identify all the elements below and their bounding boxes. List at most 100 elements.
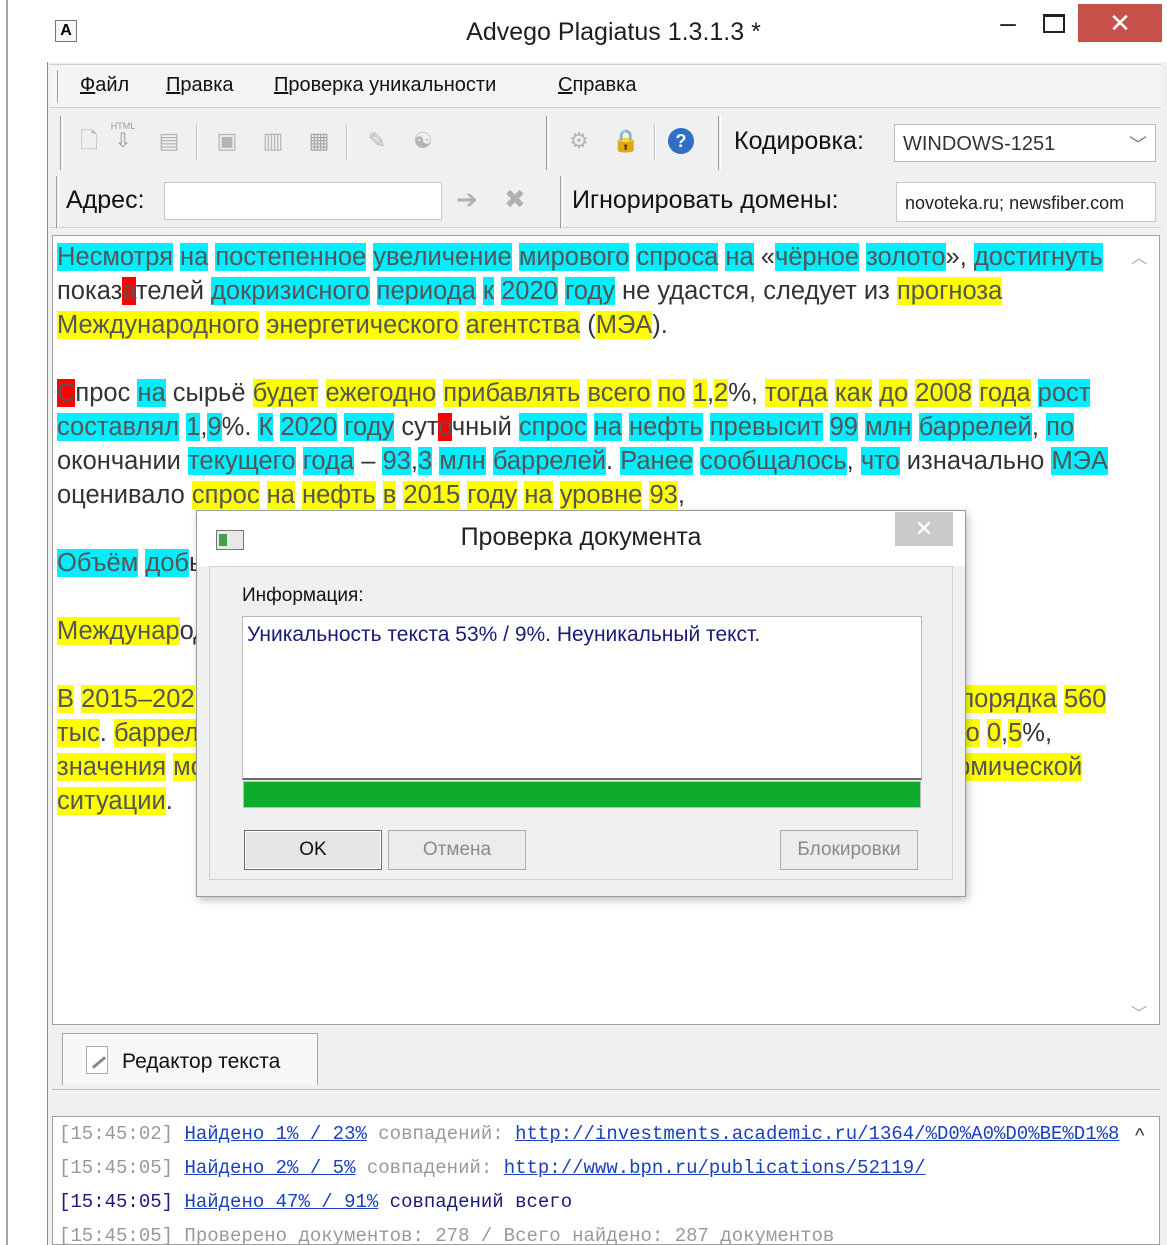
cyan-highlight: спрос [518,413,587,441]
yellow-highlight: 2 [714,379,729,407]
cyan-highlight: 2020 [501,277,558,305]
yellow-highlight: прогноза [896,277,1003,305]
plain-text [980,719,987,747]
toolbar-grip[interactable] [560,176,563,228]
cancel-button[interactable]: Отмена [388,830,526,870]
minimize-button[interactable]: – [988,8,1028,44]
plain-text: %, [728,379,766,407]
plain-text [295,481,302,509]
cyan-highlight: нефть [629,413,703,441]
ok-button[interactable]: OK [244,830,382,870]
plain-text: , [846,447,861,475]
blocks-button[interactable]: Блокировки [780,830,918,870]
plain-text: . [99,719,114,747]
yellow-highlight: по [657,379,686,407]
plain-text: ( [580,311,596,339]
plain-text: ). [652,311,668,339]
plain-text: сырьё [165,379,253,407]
log-match-link[interactable]: Найдено 1% / 23% [184,1123,366,1145]
scroll-down-icon[interactable]: ﹀ [1131,1000,1147,1024]
html-icon[interactable]: HTML ⇩ [110,120,136,151]
maximize-button[interactable] [1032,8,1072,44]
yin-yang-icon[interactable]: ☯ [410,126,436,156]
progress-fill [244,782,920,807]
yellow-highlight: прибавлять [443,379,581,407]
yellow-highlight: Междунар [57,617,180,645]
toolbar-grip[interactable] [60,116,63,170]
clear-address-icon[interactable]: ✖ [504,184,526,215]
log-scroll-up-icon[interactable]: ^ [1135,1125,1144,1148]
new-document-icon[interactable]: 🗋 [76,126,102,156]
address-input[interactable] [164,182,442,220]
plain-text [459,311,466,339]
info-text-box[interactable]: Уникальность текста 53% / 9%. Неуникальн… [242,616,922,780]
menu-grip[interactable] [57,70,59,102]
plain-text: – [354,447,383,475]
log-line: [15:45:05] Проверено документов: 278 / В… [59,1225,835,1245]
menu-uniqueness-check[interactable]: Проверка уникальности [274,74,496,97]
yellow-highlight: ситуации [57,787,166,815]
help-icon[interactable]: ? [668,128,694,154]
plain-text [486,447,493,475]
log-match-link[interactable]: Найдено 2% / 5% [184,1157,355,1179]
plain-text: , [677,481,685,509]
log-url-link[interactable]: http://www.bpn.ru/publications/52119/ [504,1157,926,1179]
red-highlight: о [438,413,452,441]
log-panel[interactable]: [15:45:02] Найдено 1% / 23% совпадений: … [52,1116,1160,1245]
ignore-domains-input[interactable]: novoteka.ru; newsfiber.com [896,182,1156,222]
plain-text [703,413,710,441]
settings-icon[interactable]: ⚙ [566,126,592,156]
menu-file[interactable]: Файл [80,74,129,97]
plain-text: %. [221,413,259,441]
menu-edit[interactable]: Правка [166,74,234,97]
cyan-highlight: К [258,413,274,441]
yellow-highlight: 93 [649,481,678,509]
go-arrow-icon[interactable]: ➔ [456,184,478,215]
cyan-highlight: докризисного [211,277,370,305]
plain-text [823,413,830,441]
yellow-highlight: нефть [302,481,376,509]
yellow-highlight: 560 [1063,685,1107,713]
cyan-highlight: млн [439,447,486,475]
plain-text: , [706,379,715,407]
progress-bar [243,781,921,808]
plain-text: . [165,787,173,815]
plain-text [651,379,658,407]
cyan-highlight: увеличение [373,243,512,271]
plain-text: , [1031,413,1047,441]
paste-icon[interactable]: ▦ [306,126,332,156]
clear-icon[interactable]: ✎ [364,126,390,156]
log-match-link[interactable]: Найдено 47% / 91% [184,1191,378,1213]
yellow-highlight: агентства [465,311,581,339]
desktop-edge [0,0,8,1245]
plain-text [587,413,594,441]
yellow-highlight: всего [587,379,651,407]
close-button[interactable]: ✕ [1078,4,1162,42]
encoding-select[interactable]: WINDOWS-1251 ﹀ [894,124,1156,162]
toolbar-grip[interactable] [56,176,59,228]
encoding-label: Кодировка: [734,127,864,155]
cyan-highlight: по [1046,413,1075,441]
menu-help[interactable]: Справка [558,74,636,97]
yellow-highlight: МЭА [595,311,653,339]
open-document-icon[interactable]: ▤ [156,126,182,156]
yellow-highlight: значения [57,753,166,781]
plain-text: . [606,447,621,475]
yellow-highlight: 2015–202 [81,685,195,713]
yellow-highlight: на [524,481,553,509]
copy-icon[interactable]: ▥ [260,126,286,156]
scroll-up-icon[interactable]: ︿ [1131,244,1147,268]
dialog-close-button[interactable]: ✕ [895,512,953,546]
cyan-highlight: золото [866,243,946,271]
cyan-highlight: года [302,447,355,475]
plain-text: окончании [57,447,189,475]
plain-text: », [945,243,974,271]
cyan-highlight: текущего [188,447,296,475]
cut-icon[interactable]: ▣ [214,126,240,156]
lock-icon[interactable]: 🔒 [612,126,639,156]
toolbar-grip[interactable] [546,116,549,170]
toolbar-grip[interactable] [718,116,721,170]
cyan-highlight: 3 [417,447,433,475]
toolbar-separator [346,124,348,160]
log-url-link[interactable]: http://investments.academic.ru/1364/%D0%… [515,1123,1119,1145]
